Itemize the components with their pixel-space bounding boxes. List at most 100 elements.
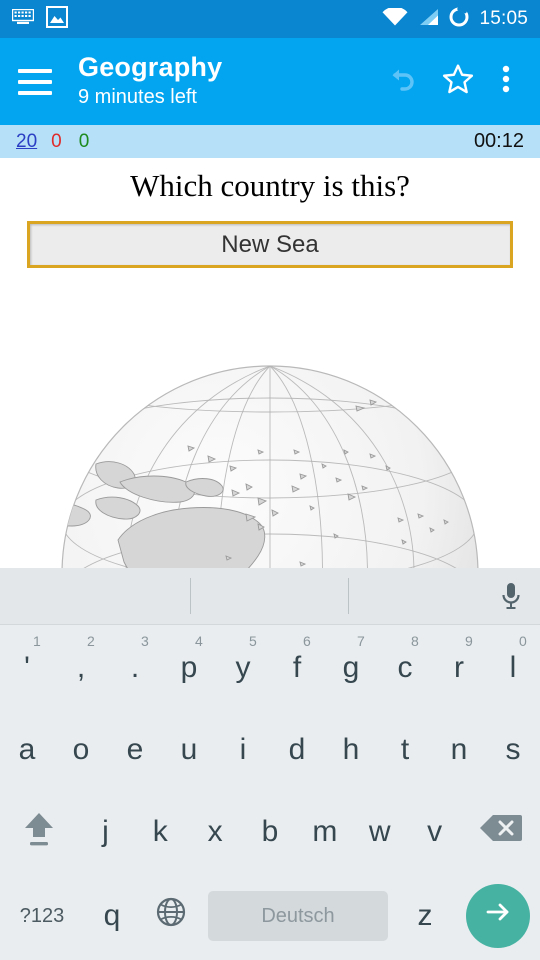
suggestion-divider — [348, 578, 349, 614]
key-p[interactable]: 4 p — [162, 627, 216, 709]
key-y[interactable]: 5 y — [216, 627, 270, 709]
key-u[interactable]: u — [162, 709, 216, 791]
keyboard-icon — [11, 8, 35, 30]
key-e[interactable]: e — [108, 709, 162, 791]
status-bar: 15:05 — [0, 0, 540, 38]
key-apostrophe[interactable]: 1 ' — [0, 627, 54, 709]
symbols-key[interactable]: ?123 — [0, 873, 84, 959]
star-outline-icon — [441, 62, 475, 101]
suggestion-strip — [0, 568, 540, 625]
key-label: f — [292, 651, 302, 684]
signal-icon — [417, 8, 439, 31]
key-b[interactable]: b — [243, 791, 298, 873]
key-j[interactable]: j — [78, 791, 133, 873]
quiz-screen: 15:05 Geography 9 minutes left 20 0 0 00… — [0, 0, 540, 960]
key-o[interactable]: o — [54, 709, 108, 791]
key-z[interactable]: z — [394, 873, 456, 959]
wifi-icon — [382, 6, 408, 31]
status-bar-right-icons: 15:05 — [382, 6, 528, 33]
question-text: Which country is this? — [130, 168, 410, 203]
key-hint: 0 — [519, 633, 527, 649]
key-g[interactable]: 7 g — [324, 627, 378, 709]
undo-button[interactable] — [374, 54, 430, 110]
key-x[interactable]: x — [188, 791, 243, 873]
keyboard-row-2: a o e u i d h t n s — [0, 709, 540, 791]
key-v[interactable]: v — [407, 791, 462, 873]
microphone-icon[interactable] — [498, 580, 524, 617]
undo-icon — [385, 62, 419, 101]
time-remaining-label: 9 minutes left — [78, 86, 197, 109]
overflow-menu-button[interactable] — [486, 54, 526, 110]
app-bar: Geography 9 minutes left — [0, 38, 540, 125]
key-label: ' — [24, 651, 30, 684]
key-w[interactable]: w — [352, 791, 407, 873]
key-label: g — [342, 651, 360, 684]
key-hint: 8 — [411, 633, 419, 649]
language-globe-icon — [154, 895, 188, 937]
key-hint: 1 — [33, 633, 41, 649]
answer-input-value: New Sea — [221, 230, 319, 258]
correct-count: 0 — [78, 130, 90, 152]
status-bar-clock: 15:05 — [479, 8, 528, 29]
overflow-menu-icon — [502, 63, 510, 100]
key-d[interactable]: d — [270, 709, 324, 791]
on-screen-keyboard: 1 ' 2 , 3 . 4 p 5 y 6 f 7 g 8 c 9 r 0 l … — [0, 568, 540, 960]
keyboard-row-3: j k x b m w v — [0, 791, 540, 873]
key-hint: 5 — [249, 633, 257, 649]
key-r[interactable]: 9 r — [432, 627, 486, 709]
suggestion-divider — [190, 578, 191, 614]
question-timer: 00:12 — [473, 130, 524, 152]
key-label: l — [509, 651, 517, 684]
key-hint: 3 — [141, 633, 149, 649]
question-image — [0, 278, 540, 568]
key-f[interactable]: 6 f — [270, 627, 324, 709]
key-a[interactable]: a — [0, 709, 54, 791]
key-m[interactable]: m — [297, 791, 352, 873]
key-label: , — [76, 651, 86, 684]
status-bar-left-icons — [11, 5, 68, 33]
remaining-count[interactable]: 20 — [16, 131, 37, 153]
key-s[interactable]: s — [486, 709, 540, 791]
backspace-icon — [479, 812, 523, 852]
keyboard-row-4: ?123 q Deutsch z — [0, 873, 540, 959]
sync-circle-icon — [448, 6, 470, 33]
key-q[interactable]: q — [84, 873, 140, 959]
key-label: r — [454, 651, 464, 684]
hamburger-menu-icon[interactable] — [18, 68, 52, 95]
language-switch-key[interactable] — [140, 873, 202, 959]
key-c[interactable]: 8 c — [378, 627, 432, 709]
key-h[interactable]: h — [324, 709, 378, 791]
page-title: Geography — [78, 51, 223, 82]
spacebar-label: Deutsch — [261, 904, 335, 927]
key-hint: 7 — [357, 633, 365, 649]
image-icon — [46, 5, 68, 33]
score-bar: 20 0 0 00:12 — [0, 125, 540, 158]
backspace-key[interactable] — [462, 791, 540, 873]
key-l[interactable]: 0 l — [486, 627, 540, 709]
key-period[interactable]: 3 . — [108, 627, 162, 709]
key-label: c — [397, 651, 413, 684]
key-label: p — [180, 651, 198, 684]
key-n[interactable]: n — [432, 709, 486, 791]
key-hint: 6 — [303, 633, 311, 649]
key-k[interactable]: k — [133, 791, 188, 873]
key-hint: 4 — [195, 633, 203, 649]
key-hint: 2 — [87, 633, 95, 649]
keyboard-row-1: 1 ' 2 , 3 . 4 p 5 y 6 f 7 g 8 c 9 r 0 l — [0, 625, 540, 709]
enter-button-circle — [466, 884, 530, 948]
key-i[interactable]: i — [216, 709, 270, 791]
shift-icon — [19, 806, 59, 858]
key-hint: 9 — [465, 633, 473, 649]
shift-key[interactable] — [0, 791, 78, 873]
enter-key[interactable] — [456, 873, 540, 959]
key-t[interactable]: t — [378, 709, 432, 791]
key-label: y — [235, 651, 251, 684]
app-bar-actions — [374, 54, 526, 110]
spacebar[interactable]: Deutsch — [208, 891, 388, 941]
enter-arrow-icon — [482, 896, 514, 936]
app-bar-titles: Geography 9 minutes left — [78, 51, 223, 111]
answer-input[interactable]: New Sea — [27, 221, 513, 268]
key-comma[interactable]: 2 , — [54, 627, 108, 709]
wrong-count: 0 — [51, 130, 62, 152]
favorite-button[interactable] — [430, 54, 486, 110]
